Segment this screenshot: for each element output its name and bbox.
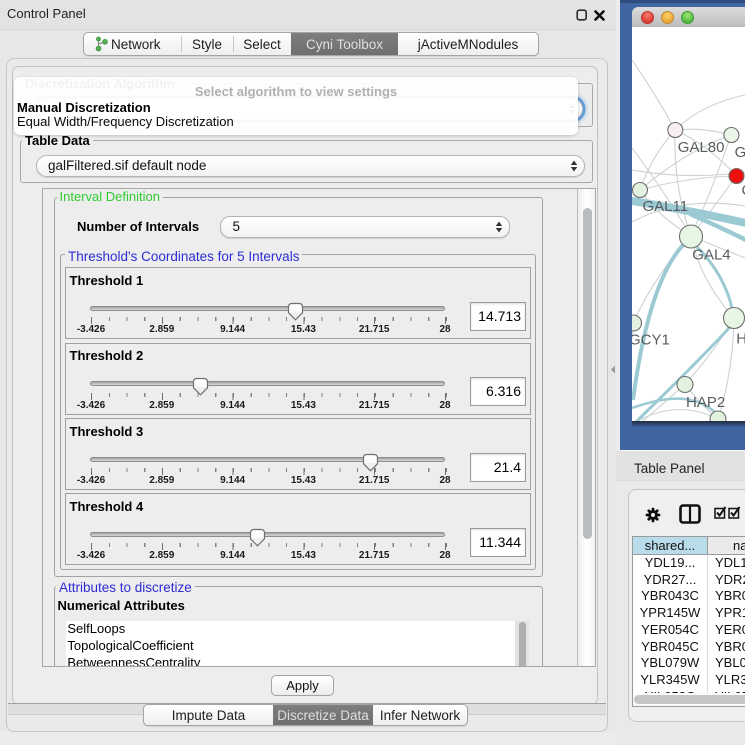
svg-text:GAL4: GAL4 (692, 247, 730, 264)
svg-text:GCY1: GCY1 (632, 332, 670, 349)
svg-text:H: H (736, 330, 745, 347)
svg-text:HAP2: HAP2 (686, 394, 725, 411)
svg-text:GAL11: GAL11 (643, 198, 689, 215)
svg-text:GAL80: GAL80 (678, 139, 725, 156)
svg-text:CA: CA (742, 182, 745, 199)
svg-text:GA: GA (735, 144, 745, 161)
